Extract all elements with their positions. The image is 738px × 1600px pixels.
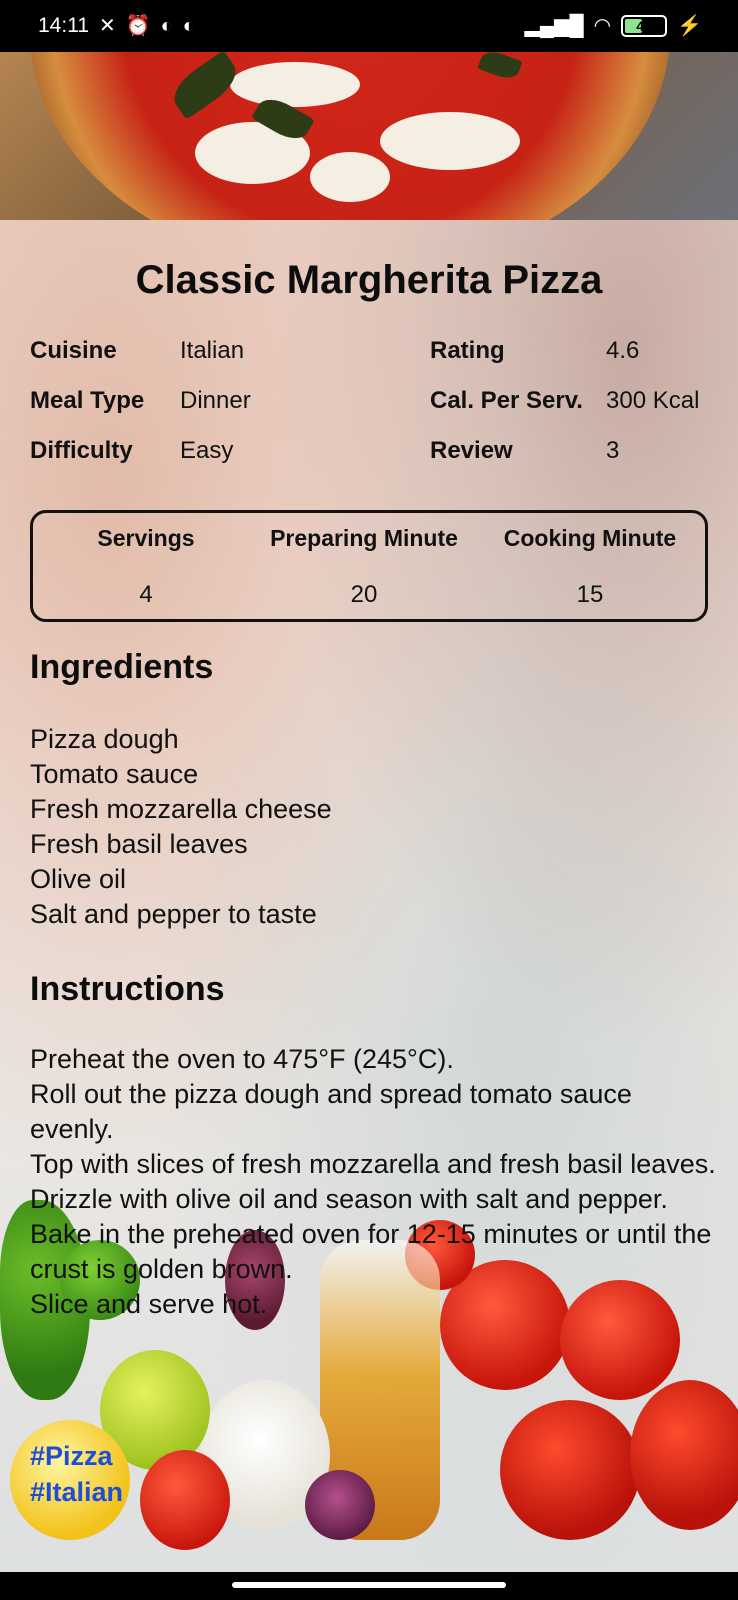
cuisine-value: Italian (180, 337, 245, 364)
wifi-icon: ◠ (593, 15, 612, 37)
rating-label: Rating (430, 337, 505, 364)
list-item: Salt and pepper to taste (30, 899, 317, 929)
stat-servings: Servings 4 (33, 513, 259, 619)
home-gesture-handle[interactable] (232, 1582, 506, 1588)
stat-cooking-minute: Cooking Minute 15 (477, 513, 703, 619)
review-value: 3 (606, 437, 620, 464)
list-item: Fresh mozzarella cheese (30, 794, 332, 824)
stat-value: 20 (350, 581, 378, 608)
meal-type-value: Dinner (180, 387, 251, 414)
recipe-title: Classic Margherita Pizza (135, 258, 603, 302)
instructions-title: Instructions (30, 970, 225, 1008)
list-item: Roll out the pizza dough and spread toma… (30, 1079, 632, 1144)
rating-value: 4.6 (606, 337, 640, 364)
list-item: Tomato sauce (30, 759, 199, 789)
stat-label: Preparing Minute (270, 525, 458, 551)
info-row-difficulty: Difficulty Easy Review 3 (30, 426, 720, 476)
review-label: Review (430, 437, 513, 464)
recipe-hero-image (0, 52, 738, 220)
stat-value: 15 (576, 581, 604, 608)
charging-icon: ⚡ (677, 15, 702, 37)
pizza-image (30, 52, 670, 220)
app-icon: ◐ (160, 15, 173, 37)
stat-preparing-minute: Preparing Minute 20 (251, 513, 477, 619)
app-icon: ◐ (182, 15, 195, 37)
signal-icon: ▂▄▆█ (524, 15, 584, 37)
stat-label: Servings (97, 525, 195, 551)
tag-link[interactable]: #Italian (30, 1474, 123, 1510)
cuisine-label: Cuisine (30, 337, 117, 364)
battery-level: 40 (636, 18, 652, 34)
list-item: Top with slices of fresh mozzarella and … (30, 1149, 716, 1179)
list-item: Preheat the oven to 475°F (245°C). (30, 1044, 454, 1074)
list-item: Slice and serve hot. (30, 1289, 268, 1319)
instructions-list: Preheat the oven to 475°F (245°C). Roll … (30, 1042, 720, 1322)
status-time: 14:11 (38, 14, 89, 37)
ingredients-list: Pizza dough Tomato sauce Fresh mozzarell… (30, 722, 720, 932)
calories-label: Cal. Per Serv. (430, 387, 583, 414)
status-bar: 14:11 ✕ ⏰ ◐ ◐ ▂▄▆█ ◠ 40 ⚡ (0, 0, 738, 52)
list-item: Fresh basil leaves (30, 829, 248, 859)
stat-value: 4 (139, 581, 153, 608)
list-item: Bake in the preheated oven for 12-15 min… (30, 1219, 712, 1284)
meal-type-label: Meal Type (30, 387, 145, 414)
tag-link[interactable]: #Pizza (30, 1438, 123, 1474)
recipe-details: Classic Margherita Pizza Cuisine Italian… (0, 220, 738, 1572)
recipe-stats-box: Servings 4 Preparing Minute 20 Cooking M… (30, 510, 708, 622)
info-row-meal-type: Meal Type Dinner Cal. Per Serv. 300 Kcal (30, 376, 720, 426)
status-right: ▂▄▆█ ◠ 40 ⚡ (525, 15, 702, 37)
difficulty-value: Easy (180, 437, 234, 464)
calories-value: 300 Kcal (606, 387, 700, 414)
alarm-icon: ⏰ (125, 15, 151, 37)
list-item: Olive oil (30, 864, 127, 894)
difficulty-label: Difficulty (30, 437, 133, 464)
navigation-bar (0, 1572, 738, 1600)
mute-icon: ✕ (99, 15, 116, 37)
recipe-tags: #Pizza #Italian (30, 1438, 123, 1510)
stat-label: Cooking Minute (503, 525, 677, 551)
status-left: 14:11 ✕ ⏰ ◐ ◐ (38, 14, 195, 38)
list-item: Pizza dough (30, 724, 179, 754)
battery-icon: 40 (621, 15, 668, 37)
ingredients-title: Ingredients (30, 648, 214, 686)
list-item: Drizzle with olive oil and season with s… (30, 1184, 668, 1214)
info-row-cuisine: Cuisine Italian Rating 4.6 (30, 326, 720, 376)
